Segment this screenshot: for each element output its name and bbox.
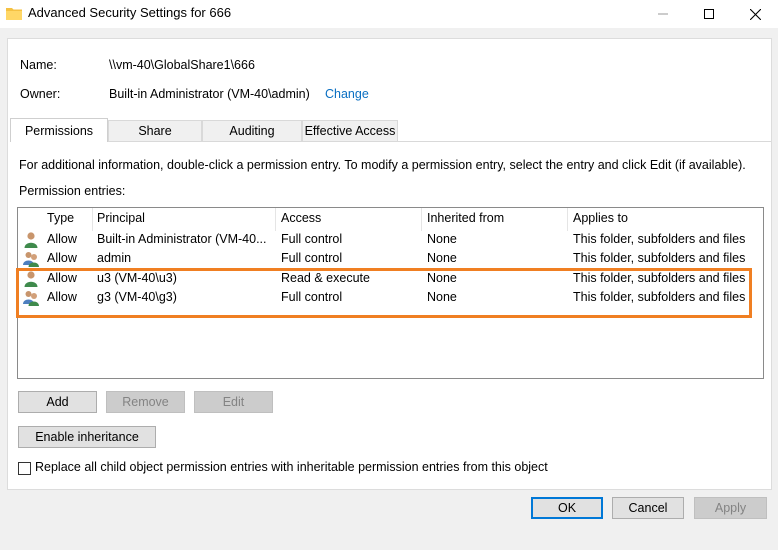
owner-value: Built-in Administrator (VM-40\admin): [109, 87, 310, 101]
row-access: Read & execute: [281, 271, 370, 285]
maximize-icon: [704, 9, 714, 19]
title-bar: Advanced Security Settings for 666: [0, 0, 778, 28]
close-button[interactable]: [732, 0, 778, 28]
table-row[interactable]: Allow Built-in Administrator (VM-40... F…: [18, 230, 763, 249]
ok-button[interactable]: OK: [531, 497, 603, 519]
permission-entries-label: Permission entries:: [19, 184, 126, 198]
row-applies: This folder, subfolders and files: [573, 251, 746, 265]
permission-entries-table[interactable]: Type Principal Access Inherited from App…: [17, 207, 764, 379]
edit-button[interactable]: Edit: [194, 391, 273, 413]
permissions-info-text: For additional information, double-click…: [19, 158, 746, 172]
minimize-button[interactable]: [640, 0, 686, 28]
user-icon: [24, 271, 38, 287]
row-type: Allow: [47, 271, 77, 285]
minimize-icon: [658, 13, 668, 15]
maximize-button[interactable]: [686, 0, 732, 28]
row-type: Allow: [47, 232, 77, 246]
row-inherited: None: [427, 271, 457, 285]
user-icon: [24, 232, 38, 248]
row-applies: This folder, subfolders and files: [573, 271, 746, 285]
tab-effective-access[interactable]: Effective Access: [302, 120, 398, 141]
row-principal: admin: [97, 251, 132, 265]
folder-icon: [6, 8, 22, 20]
table-row[interactable]: Allow admin Full control None This folde…: [18, 249, 763, 268]
group-icon: [23, 252, 39, 267]
column-access[interactable]: Access: [281, 211, 321, 225]
owner-label: Owner:: [20, 87, 61, 101]
column-applies-to[interactable]: Applies to: [573, 211, 628, 225]
column-principal[interactable]: Principal: [97, 211, 145, 225]
table-row[interactable]: Allow u3 (VM-40\u3) Read & execute None …: [18, 269, 763, 288]
row-access: Full control: [281, 232, 343, 246]
replace-child-permissions-checkbox[interactable]: [18, 462, 31, 475]
row-inherited: None: [427, 290, 457, 304]
row-type: Allow: [47, 251, 77, 265]
row-principal: g3 (VM-40\g3): [97, 290, 177, 304]
enable-inheritance-button[interactable]: Enable inheritance: [18, 426, 156, 448]
row-inherited: None: [427, 232, 457, 246]
table-header: Type Principal Access Inherited from App…: [18, 208, 763, 231]
row-inherited: None: [427, 251, 457, 265]
name-value: \\vm-40\GlobalShare1\666: [109, 58, 255, 72]
group-icon: [23, 291, 39, 306]
row-type: Allow: [47, 290, 77, 304]
remove-button[interactable]: Remove: [106, 391, 185, 413]
tab-permissions[interactable]: Permissions: [10, 118, 108, 142]
row-access: Full control: [281, 290, 343, 304]
column-type[interactable]: Type: [47, 211, 74, 225]
change-owner-link[interactable]: Change: [325, 87, 369, 101]
apply-button[interactable]: Apply: [694, 497, 767, 519]
close-icon: [749, 8, 761, 20]
add-button[interactable]: Add: [18, 391, 97, 413]
table-row[interactable]: Allow g3 (VM-40\g3) Full control None Th…: [18, 288, 763, 307]
name-label: Name:: [20, 58, 57, 72]
row-principal: Built-in Administrator (VM-40...: [97, 232, 267, 246]
column-inherited-from[interactable]: Inherited from: [427, 211, 504, 225]
cancel-button[interactable]: Cancel: [612, 497, 684, 519]
row-access: Full control: [281, 251, 343, 265]
window-title: Advanced Security Settings for 666: [28, 5, 232, 20]
dialog-body: Name: \\vm-40\GlobalShare1\666 Owner: Bu…: [0, 28, 778, 550]
row-applies: This folder, subfolders and files: [573, 290, 746, 304]
tab-share[interactable]: Share: [108, 120, 202, 141]
tab-auditing[interactable]: Auditing: [202, 120, 302, 141]
row-principal: u3 (VM-40\u3): [97, 271, 177, 285]
replace-child-permissions-label: Replace all child object permission entr…: [35, 460, 548, 474]
settings-panel: Name: \\vm-40\GlobalShare1\666 Owner: Bu…: [7, 38, 772, 490]
row-applies: This folder, subfolders and files: [573, 232, 746, 246]
